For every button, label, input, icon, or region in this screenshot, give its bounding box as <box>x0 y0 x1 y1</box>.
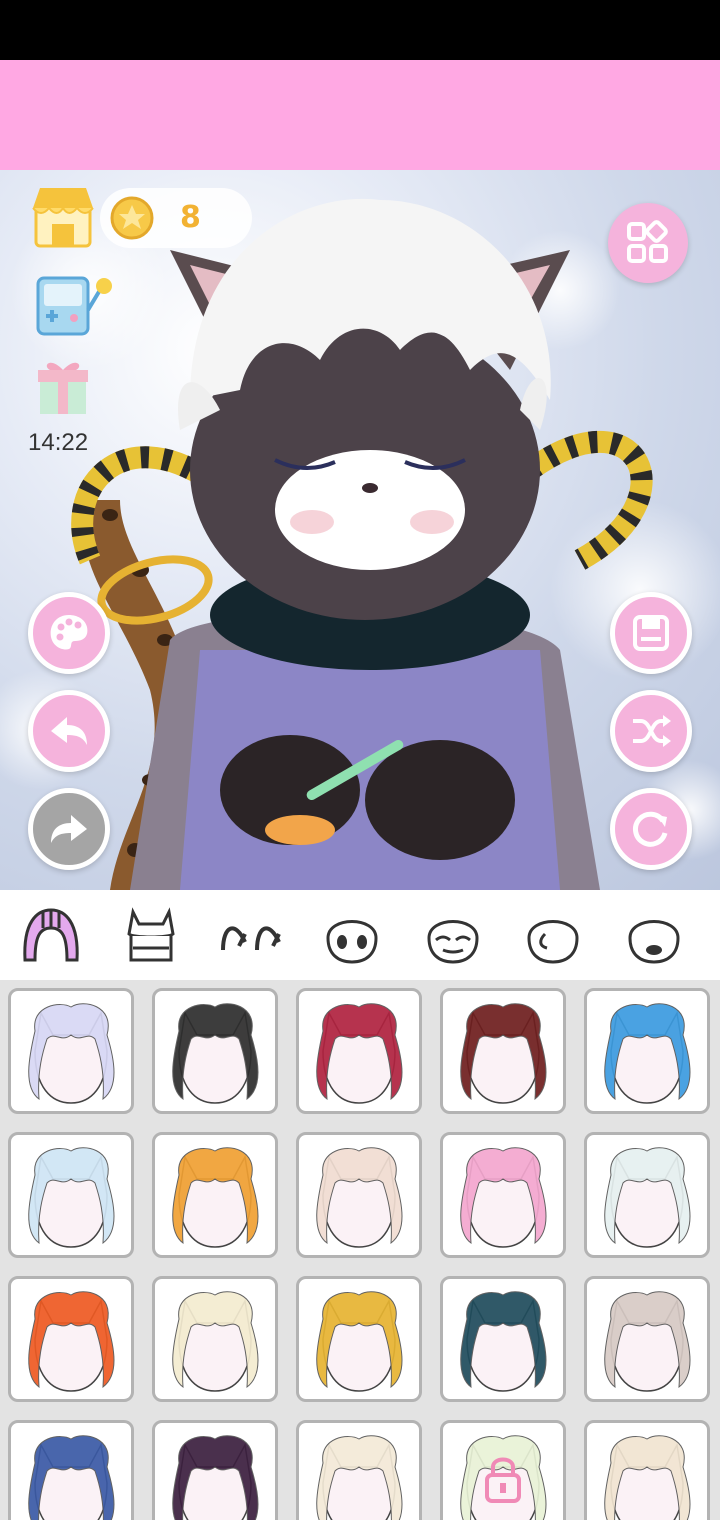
hair-preview-icon <box>460 1003 547 1104</box>
hair-preview-icon <box>172 1291 259 1392</box>
face-eyes-icon <box>326 920 378 964</box>
hair-item-pink-curly-hair[interactable] <box>440 1132 566 1258</box>
undo-arrow-icon <box>51 717 87 745</box>
face-closed-eyes-icon <box>427 920 479 964</box>
hair-preview-icon <box>316 1435 403 1520</box>
hair-item-cream-spiky-hair[interactable] <box>296 1132 422 1258</box>
hair-preview-icon <box>28 1147 115 1248</box>
reset-button[interactable] <box>610 788 692 870</box>
hair-preview-icon <box>460 1147 547 1248</box>
palette-icon <box>50 615 88 650</box>
hair-item-rainbow-hair[interactable] <box>152 1132 278 1258</box>
hair-preview-icon <box>460 1291 547 1392</box>
top-banner <box>0 60 720 170</box>
horns-icon <box>127 907 175 962</box>
hair-preview-icon <box>172 1147 259 1248</box>
tab-mouth[interactable] <box>622 904 686 968</box>
save-icon <box>633 615 669 651</box>
hair-item-beige-long-hair[interactable] <box>584 1276 710 1402</box>
hair-preview-icon <box>28 1291 115 1392</box>
tab-horns[interactable] <box>119 904 183 968</box>
coin-count: 8 <box>180 200 201 235</box>
item-grid <box>0 980 720 1520</box>
tab-ears[interactable] <box>219 904 283 968</box>
hair-preview-icon <box>316 1147 403 1248</box>
hair-item-blue-spiky-hair[interactable] <box>584 988 710 1114</box>
hair-item-egyptian-headdress[interactable] <box>296 1276 422 1402</box>
hair-preview-icon <box>604 1003 691 1104</box>
redo-arrow-icon <box>51 815 87 843</box>
gift-timer: 14:22 <box>28 429 89 456</box>
tab-expression[interactable] <box>421 904 485 968</box>
palette-button[interactable] <box>28 592 110 674</box>
shuffle-icon <box>633 715 671 747</box>
hair-preview-icon <box>316 1003 403 1104</box>
minigame-icon[interactable] <box>34 270 114 336</box>
hair-item-blonde-fluffy-hair[interactable] <box>584 1420 710 1520</box>
hair-item-teal-snake-hair[interactable] <box>440 1276 566 1402</box>
hair-item-black-beaded-braids[interactable] <box>152 988 278 1114</box>
gift-icon[interactable] <box>36 356 90 416</box>
hair-icon <box>23 908 79 962</box>
redo-button[interactable] <box>28 788 110 870</box>
ears-icon <box>221 926 281 951</box>
hair-item-white-mint-hair[interactable] <box>584 1132 710 1258</box>
coin-icon <box>110 196 154 240</box>
hair-item-orange-braided-hair[interactable] <box>8 1276 134 1402</box>
hair-item-white-lavender-hair[interactable] <box>8 988 134 1114</box>
hair-item-cream-fluffy-hair[interactable] <box>296 1420 422 1520</box>
face-mouth-icon <box>628 920 680 964</box>
shuffle-button[interactable] <box>610 690 692 772</box>
hair-preview-icon <box>316 1291 403 1392</box>
tab-eyes[interactable] <box>320 904 384 968</box>
app-screen: { "app": { "banner_color": "#ffa8e3", "a… <box>0 0 720 1520</box>
hair-item-pastel-locked-hair[interactable] <box>440 1420 566 1520</box>
hair-preview-icon <box>460 1435 547 1520</box>
hair-item-blonde-wavy-hair[interactable] <box>152 1276 278 1402</box>
hair-preview-icon <box>172 1435 259 1520</box>
hair-preview-icon <box>28 1435 115 1520</box>
hair-item-purple-dark-hair[interactable] <box>152 1420 278 1520</box>
tab-face-side[interactable] <box>521 904 585 968</box>
grid-icon <box>627 220 668 263</box>
hair-preview-icon <box>604 1435 691 1520</box>
hair-item-light-blue-spiky-hair[interactable] <box>8 1132 134 1258</box>
tab-hair[interactable] <box>19 904 83 968</box>
hair-preview-icon <box>28 1003 115 1104</box>
refresh-icon <box>632 811 668 847</box>
menu-button[interactable] <box>608 203 688 283</box>
face-side-icon <box>527 920 579 964</box>
hair-preview-icon <box>604 1147 691 1248</box>
undo-button[interactable] <box>28 690 110 772</box>
hair-preview-icon <box>172 1003 259 1104</box>
save-button[interactable] <box>610 592 692 674</box>
hair-item-red-spiky-hair[interactable] <box>296 988 422 1114</box>
hair-preview-icon <box>604 1291 691 1392</box>
hair-item-navy-bandana-hair[interactable] <box>8 1420 134 1520</box>
shop-icon[interactable] <box>30 184 96 250</box>
hair-item-dark-red-long-hair[interactable] <box>440 988 566 1114</box>
status-bar <box>0 0 720 60</box>
